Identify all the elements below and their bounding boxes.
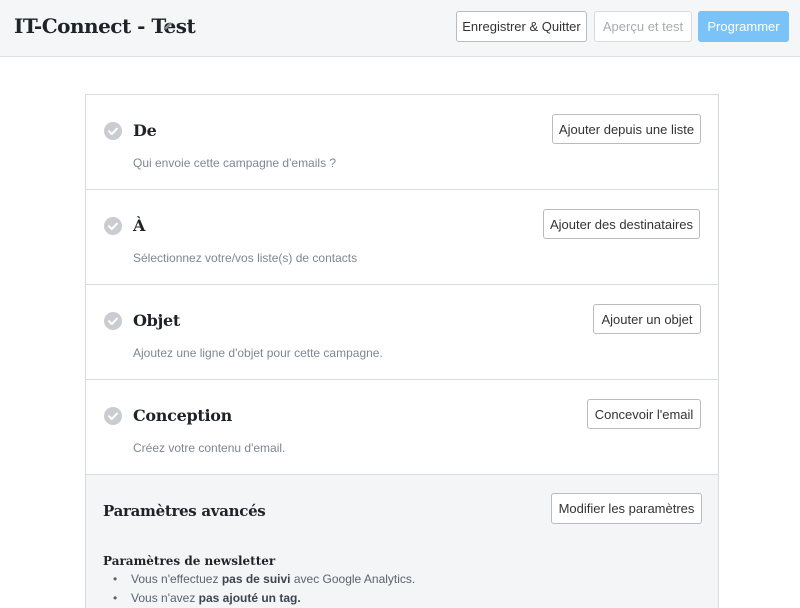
schedule-button[interactable]: Programmer: [698, 11, 789, 42]
check-circle-icon: [104, 122, 122, 140]
section-description: Créez votre contenu d'email.: [133, 441, 286, 455]
top-bar: IT-Connect - Test Enregistrer & Quitter …: [0, 0, 800, 57]
section-subject: Objet Ajoutez une ligne d'objet pour cet…: [86, 285, 718, 380]
list-item: • Vous n'effectuez pas de suivi avec Goog…: [113, 572, 416, 586]
section-title: À: [133, 216, 146, 235]
pencil-icon[interactable]: [162, 20, 174, 32]
section-to: À Sélectionnez votre/vos liste(s) de con…: [86, 190, 718, 285]
advanced-settings: Paramètres avancés Modifier les paramètr…: [86, 475, 718, 608]
settings-list: • Vous n'effectuez pas de suivi avec Goog…: [113, 572, 415, 608]
section-design: Conception Créez votre contenu d'email. …: [86, 380, 718, 475]
section-description: Ajoutez une ligne d'objet pour cette cam…: [133, 346, 383, 360]
campaign-setup-card: De Qui envoie cette campagne d'emails ? …: [85, 94, 719, 608]
section-from: De Qui envoie cette campagne d'emails ? …: [86, 95, 718, 190]
section-title: Conception: [133, 406, 232, 425]
edit-settings-button[interactable]: Modifier les paramètres: [551, 493, 702, 524]
check-circle-icon: [104, 407, 122, 425]
add-recipients-button[interactable]: Ajouter des destinataires: [543, 209, 700, 239]
design-email-button[interactable]: Concevoir l'email: [587, 399, 701, 429]
section-description: Sélectionnez votre/vos liste(s) de conta…: [133, 251, 358, 265]
advanced-settings-title: Paramètres avancés: [103, 502, 266, 520]
check-circle-icon: [104, 312, 122, 330]
list-item: • Vous n'avez pas ajouté un tag.: [113, 591, 301, 605]
add-from-list-button[interactable]: Ajouter depuis une liste: [552, 114, 701, 144]
preview-and-test-button[interactable]: Aperçu et test: [594, 11, 692, 42]
section-title: De: [133, 121, 157, 140]
newsletter-settings-subtitle: Paramètres de newsletter: [103, 554, 276, 568]
section-title: Objet: [133, 311, 180, 330]
section-description: Qui envoie cette campagne d'emails ?: [133, 156, 337, 170]
add-subject-button[interactable]: Ajouter un objet: [593, 304, 701, 334]
save-and-quit-button[interactable]: Enregistrer & Quitter: [456, 11, 587, 42]
check-circle-icon: [104, 217, 122, 235]
